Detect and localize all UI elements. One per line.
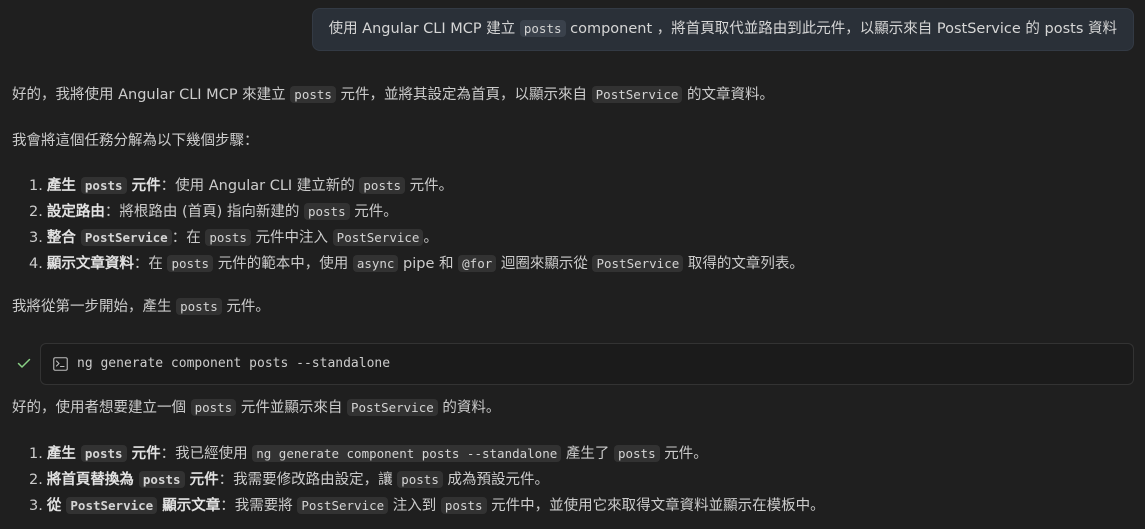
user-message-bubble: 使用 Angular CLI MCP 建立 posts component ，將… <box>311 8 1134 51</box>
steps-list-2: 1. 產生 posts 元件：我已經使用 ng generate componen… <box>29 441 825 519</box>
inline-code: posts <box>290 86 336 103</box>
step-title: 產生 posts 元件 <box>46 445 161 462</box>
list-number: 3. <box>29 498 43 514</box>
list-item: 2. 將首頁替換為 posts 元件：我需要修改路由設定，讓 posts 成為預設… <box>29 467 825 493</box>
inline-code: @for <box>458 255 497 272</box>
step-title: 整合 PostService <box>47 229 172 246</box>
text: 元件，並將其設定為首頁，以顯示來自 <box>335 87 592 103</box>
inline-code: PostService <box>297 497 389 514</box>
user-message-text: 使用 Angular CLI MCP 建立 <box>328 21 520 37</box>
step-title: 將首頁替換為 posts 元件 <box>46 471 219 488</box>
steps-intro: 我會將這個任務分解為以下幾個步驟： <box>12 133 259 149</box>
step-title: 產生 posts 元件 <box>46 177 161 194</box>
inline-code: posts <box>138 471 185 488</box>
inline-code: posts <box>190 399 237 416</box>
command-text: ng generate component posts --standalone <box>77 356 391 371</box>
inline-code: posts <box>519 20 566 37</box>
inline-code: posts <box>359 177 406 194</box>
inline-code: posts <box>397 471 443 488</box>
inline-code: posts <box>176 298 222 315</box>
step-title: 顯示文章資料 <box>46 256 134 272</box>
step-title: 設定路由 <box>46 204 105 220</box>
reply-start: 我將從第一步開始，產生 posts 元件。 <box>12 298 270 315</box>
list-item: 4. 顯示文章資料：在 posts 元件的範本中，使用 async pipe 和 … <box>29 251 804 277</box>
inline-code: posts <box>167 255 214 272</box>
inline-code: posts <box>80 445 127 462</box>
inline-code: posts <box>613 445 660 462</box>
list-number: 3. <box>29 230 43 246</box>
inline-code: PostService <box>346 399 438 416</box>
list-item: 3. 整合 PostService ：在 posts 元件中注入 PostServi… <box>29 225 804 251</box>
check-icon <box>17 358 31 368</box>
inline-code: ng generate component posts --standalone <box>252 445 562 462</box>
inline-code: async <box>352 255 399 272</box>
reply2-intro: 好的，使用者想要建立一個 posts 元件並顯示來自 PostService 的… <box>12 399 501 416</box>
inline-code: PostService <box>591 86 683 103</box>
tool-call: ng generate component posts --standalone <box>12 343 1134 385</box>
inline-code: PostService <box>592 255 684 272</box>
inline-code: PostService <box>80 229 172 246</box>
list-item: 2. 設定路由：將根路由 (首頁) 指向新建的 posts 元件。 <box>29 199 804 225</box>
list-number: 4. <box>29 256 43 272</box>
inline-code: posts <box>80 177 127 194</box>
steps-list: 1. 產生 posts 元件：使用 Angular CLI 建立新的 posts … <box>29 173 804 277</box>
text: 的文章資料。 <box>682 87 775 103</box>
inline-code: posts <box>440 497 487 514</box>
list-item: 1. 產生 posts 元件：我已經使用 ng generate componen… <box>29 441 825 467</box>
user-message-text: component ，將首頁取代並路由到此元件，以顯示來自 PostServic… <box>565 21 1117 37</box>
text: 好的，我將使用 Angular CLI MCP 來建立 <box>12 87 291 103</box>
inline-code: posts <box>205 229 251 246</box>
terminal-icon <box>53 357 68 371</box>
list-number: 2. <box>29 204 43 220</box>
inline-code: PostService <box>332 229 424 246</box>
list-item: 3. 從 PostService 顯示文章：我需要將 PostService 注入… <box>29 493 825 519</box>
inline-code: posts <box>303 203 350 220</box>
list-number: 2. <box>29 472 43 488</box>
list-number: 1. <box>29 446 43 462</box>
list-number: 1. <box>29 178 43 194</box>
list-item: 1. 產生 posts 元件：使用 Angular CLI 建立新的 posts … <box>29 173 804 199</box>
command-box[interactable]: ng generate component posts --standalone <box>40 343 1134 385</box>
reply-intro: 好的，我將使用 Angular CLI MCP 來建立 posts 元件，並將其… <box>12 85 774 105</box>
inline-code: PostService <box>66 497 158 514</box>
step-title: 從 PostService 顯示文章 <box>46 497 221 514</box>
